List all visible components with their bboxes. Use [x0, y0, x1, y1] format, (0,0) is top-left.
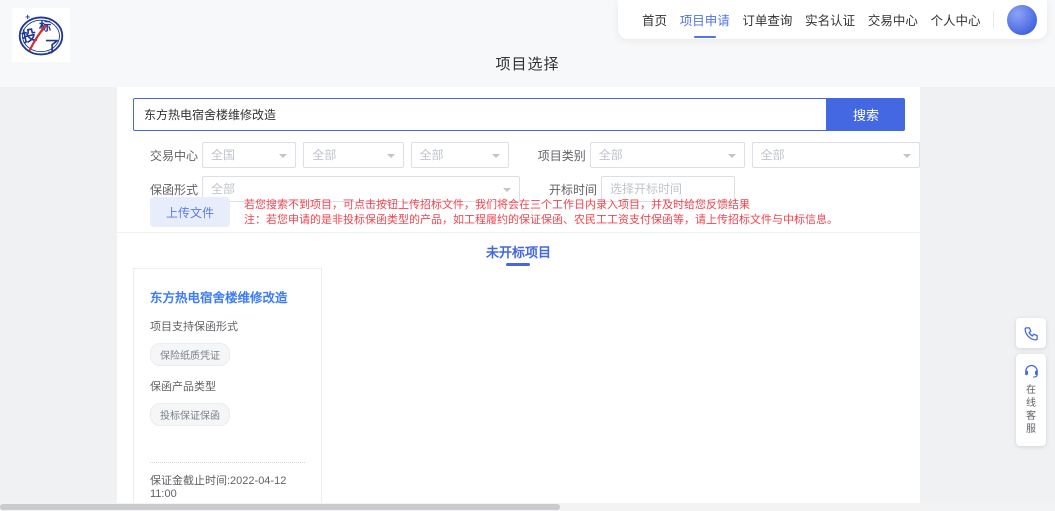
select-category-2[interactable]: 全部	[752, 142, 920, 168]
card-deadline: 保证金截止时间:2022-04-12 11:00	[150, 472, 305, 500]
user-avatar[interactable]	[1007, 5, 1037, 35]
online-service-button[interactable]: 在线客服	[1016, 354, 1046, 446]
main-panel: 搜索 交易中心 全国 全部 全部 项目类别 全部 全部 保函形式 全部 开标时间…	[117, 87, 920, 505]
card-product-label: 保函产品类型	[150, 378, 305, 394]
nav-item-project-apply[interactable]: 项目申请	[680, 10, 730, 29]
filter-label-project-category: 项目类别	[538, 147, 590, 164]
upload-file-button[interactable]: 上传文件	[150, 197, 230, 227]
card-support-tag: 保险纸质凭证	[150, 343, 230, 366]
horizontal-scrollbar-thumb[interactable]	[0, 504, 560, 510]
filter-label-trade-center: 交易中心	[150, 147, 202, 164]
upload-area: 上传文件 若您搜索不到项目，可点击按钮上传招标文件，我们将会在三个工作日内录入项…	[150, 197, 838, 228]
nav-item-personal-center[interactable]: 个人中心	[931, 10, 981, 29]
tab-unopened-projects[interactable]: 未开标项目	[486, 242, 551, 261]
horizontal-scrollbar	[0, 503, 1055, 511]
upload-note-line2: 注：若您申请的是非投标保函类型的产品，如工程履约的保证保函、农民工工资支付保函等…	[244, 213, 838, 228]
filter-label-bid-open-time: 开标时间	[549, 181, 601, 198]
upload-note-line1: 若您搜索不到项目，可点击按钮上传招标文件，我们将会在三个工作日内录入项目，并及时…	[244, 198, 838, 213]
phone-icon	[1023, 325, 1040, 342]
project-card[interactable]: 东方热电宿舍楼维修改造 项目支持保函形式 保险纸质凭证 保函产品类型 投标保证保…	[133, 268, 322, 505]
page-title: 项目选择	[0, 53, 1055, 74]
svg-text:投: 投	[20, 26, 38, 47]
nav-item-order-query[interactable]: 订单查询	[742, 10, 792, 29]
select-category-1[interactable]: 全部	[590, 142, 745, 168]
nav-item-home[interactable]: 首页	[642, 10, 667, 29]
search-button[interactable]: 搜索	[827, 98, 905, 131]
svg-text:+: +	[25, 11, 30, 21]
app-screen: 投 标 了 + 首页 项目申请 订单查询 实名认证 交易中心 个人中心 项目选择…	[0, 0, 1055, 511]
select-district[interactable]: 全部	[411, 142, 509, 168]
card-support-label: 项目支持保函形式	[150, 318, 305, 334]
online-service-label: 在线客服	[1025, 384, 1037, 436]
filter-row-1: 交易中心 全国 全部 全部 项目类别 全部 全部	[150, 142, 920, 168]
card-divider	[150, 462, 305, 463]
upload-notes: 若您搜索不到项目，可点击按钮上传招标文件，我们将会在三个工作日内录入项目，并及时…	[244, 197, 838, 228]
select-region[interactable]: 全国	[202, 142, 296, 168]
nav-item-identity-verify[interactable]: 实名认证	[805, 10, 855, 29]
section-header: 未开标项目	[117, 232, 920, 262]
search-input[interactable]	[133, 98, 827, 131]
headset-icon	[1023, 362, 1040, 379]
filter-label-guarantee-form: 保函形式	[150, 181, 202, 198]
nav-divider	[993, 11, 994, 29]
project-card-title: 东方热电宿舍楼维修改造	[150, 287, 305, 306]
search-bar: 搜索	[133, 98, 905, 131]
nav-item-trade-center[interactable]: 交易中心	[868, 10, 918, 29]
phone-contact-button[interactable]	[1016, 318, 1046, 348]
select-city[interactable]: 全部	[303, 142, 403, 168]
card-product-tag: 投标保证保函	[150, 403, 230, 426]
top-navigation: 首页 项目申请 订单查询 实名认证 交易中心 个人中心	[618, 0, 1047, 39]
